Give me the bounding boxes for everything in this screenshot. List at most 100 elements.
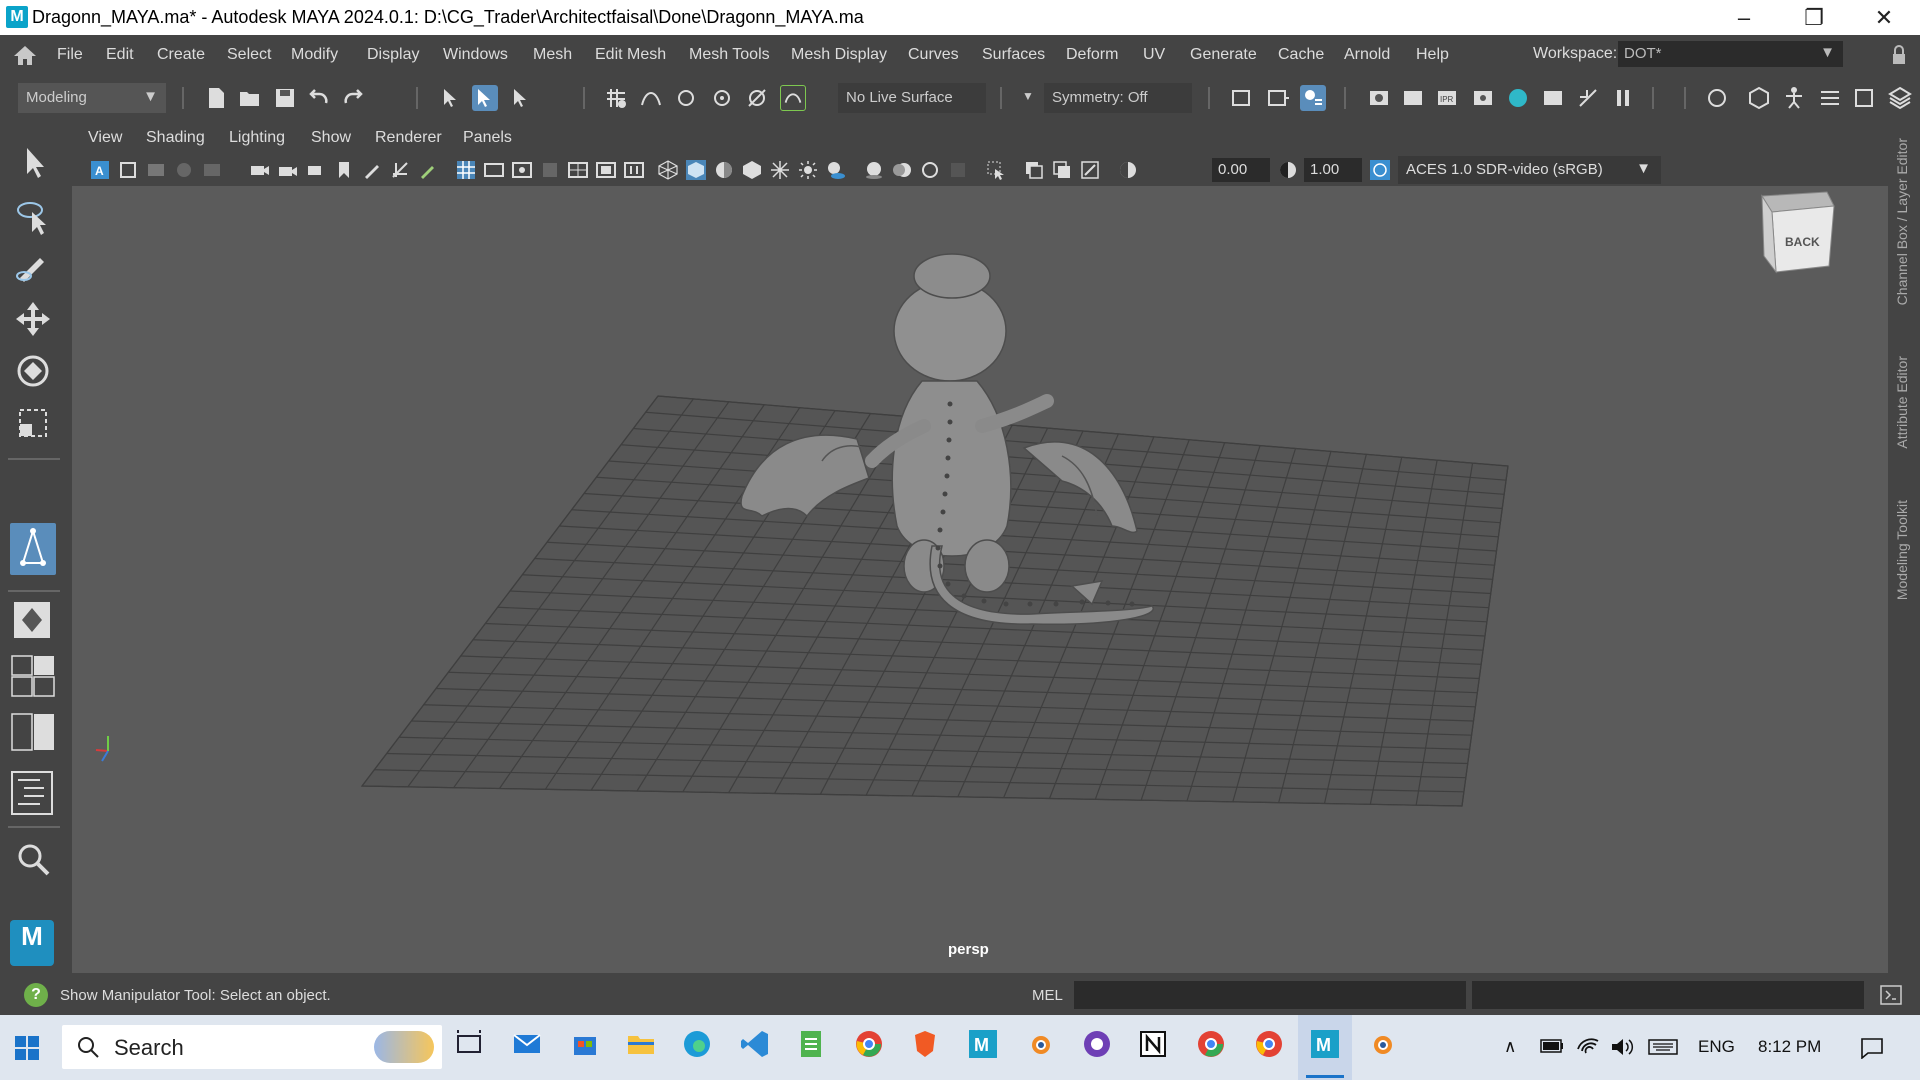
- lasso-tool-icon[interactable]: [10, 194, 56, 240]
- chrome-alt-profile-icon[interactable]: [1254, 1029, 1284, 1059]
- modeling-toolkit-icon[interactable]: [1746, 85, 1772, 111]
- menu-create[interactable]: Create: [157, 46, 205, 64]
- grid-toggle-icon[interactable]: [456, 160, 476, 180]
- tool-settings-icon[interactable]: [1851, 85, 1877, 111]
- notion-icon[interactable]: [1138, 1029, 1168, 1059]
- render-settings-icon[interactable]: [1470, 85, 1496, 111]
- tab-channel-box[interactable]: Channel Box / Layer Editor: [1894, 138, 1910, 305]
- keyboard-icon[interactable]: [1648, 1039, 1678, 1055]
- windows-start-icon[interactable]: [14, 1035, 40, 1061]
- image-plane-icon[interactable]: [174, 160, 194, 180]
- attribute-editor-icon[interactable]: [1817, 85, 1843, 111]
- save-scene-icon[interactable]: [272, 85, 298, 111]
- chrome-icon[interactable]: [854, 1029, 884, 1059]
- render-setup-icon[interactable]: [1540, 85, 1566, 111]
- paint-select-tool-icon[interactable]: [10, 246, 56, 292]
- lock-icon[interactable]: [1890, 44, 1908, 66]
- menu-edit-mesh[interactable]: Edit Mesh: [595, 46, 666, 64]
- safe-title-icon[interactable]: [624, 160, 644, 180]
- panel-menu-show[interactable]: Show: [311, 129, 351, 147]
- file-explorer-icon[interactable]: [626, 1029, 656, 1059]
- gamma-icon[interactable]: [1278, 160, 1298, 180]
- pencil-icon[interactable]: [418, 160, 438, 180]
- panel-menu-view[interactable]: View: [88, 129, 122, 147]
- menu-select[interactable]: Select: [227, 46, 271, 64]
- chrome-profile-icon[interactable]: [1196, 1029, 1226, 1059]
- render-view-icon[interactable]: [1366, 85, 1392, 111]
- maya-active-taskbar-icon[interactable]: M: [1310, 1029, 1340, 1059]
- maya-taskbar-icon[interactable]: M: [968, 1029, 998, 1059]
- live-surface-field[interactable]: No Live Surface: [838, 83, 986, 113]
- shadows-icon[interactable]: [826, 160, 846, 180]
- view-cube[interactable]: BACK: [1761, 191, 1835, 274]
- depth-of-field-icon[interactable]: [948, 160, 968, 180]
- undo-icon[interactable]: [306, 85, 332, 111]
- xgen-icon[interactable]: [1704, 85, 1730, 111]
- backface-culling-icon[interactable]: [1080, 160, 1100, 180]
- menu-curves[interactable]: Curves: [908, 46, 959, 64]
- menu-cache[interactable]: Cache: [1278, 46, 1324, 64]
- xray-active-components-icon[interactable]: [1052, 160, 1072, 180]
- menu-help[interactable]: Help: [1416, 46, 1449, 64]
- 2d-pan-zoom-icon[interactable]: [202, 160, 222, 180]
- bookmark-icon[interactable]: [146, 160, 166, 180]
- camera-attributes-icon[interactable]: [118, 160, 138, 180]
- camera-icon[interactable]: [250, 160, 270, 180]
- snap-live-icon[interactable]: [744, 85, 770, 111]
- task-view-icon[interactable]: [454, 1029, 484, 1059]
- anti-aliasing-icon[interactable]: [920, 160, 940, 180]
- command-input[interactable]: [1074, 981, 1466, 1009]
- select-tool-icon[interactable]: [10, 140, 56, 186]
- chevron-down-icon[interactable]: ▼: [1022, 89, 1034, 103]
- move-tool-icon[interactable]: [10, 296, 56, 342]
- menu-mesh-display[interactable]: Mesh Display: [791, 46, 887, 64]
- blender-icon[interactable]: [1024, 1029, 1054, 1059]
- channel-box-icon[interactable]: [1887, 85, 1913, 111]
- panel-menu-shading[interactable]: Shading: [146, 129, 205, 147]
- vscode-icon[interactable]: [740, 1029, 770, 1059]
- select-component-icon[interactable]: [508, 85, 534, 111]
- chevron-up-icon[interactable]: ∧: [1504, 1037, 1516, 1057]
- light-editor-icon[interactable]: [1575, 85, 1601, 111]
- symmetry-field[interactable]: Symmetry: Off: [1044, 83, 1192, 113]
- hypershade-icon[interactable]: [1505, 85, 1531, 111]
- scale-tool-icon[interactable]: [10, 400, 56, 446]
- single-perspective-layout-icon[interactable]: [12, 600, 52, 640]
- menu-surfaces[interactable]: Surfaces: [982, 46, 1045, 64]
- construction-history-icon[interactable]: [1300, 85, 1326, 111]
- ipr-render-icon[interactable]: IPR: [1434, 85, 1460, 111]
- snap-curve-icon[interactable]: [638, 85, 664, 111]
- exposure-icon[interactable]: [1118, 160, 1138, 180]
- spreadsheet-app-icon[interactable]: [796, 1029, 826, 1059]
- github-desktop-icon[interactable]: [1082, 1029, 1112, 1059]
- menu-file[interactable]: File: [57, 46, 83, 64]
- render-current-icon[interactable]: [1400, 85, 1426, 111]
- panel-menu-renderer[interactable]: Renderer: [375, 129, 442, 147]
- bookmark-flag-icon[interactable]: [334, 160, 354, 180]
- notification-center-icon[interactable]: [1860, 1037, 1884, 1059]
- smooth-shade-icon[interactable]: [686, 160, 706, 180]
- color-management-toggle-icon[interactable]: [1370, 160, 1390, 180]
- menu-display[interactable]: Display: [367, 46, 419, 64]
- menu-edit[interactable]: Edit: [106, 46, 134, 64]
- tab-modeling-toolkit[interactable]: Modeling Toolkit: [1894, 500, 1910, 600]
- snap-vertex-icon[interactable]: [780, 85, 806, 111]
- textured-icon[interactable]: [742, 160, 762, 180]
- wifi-icon[interactable]: [1576, 1035, 1600, 1057]
- minimize-icon[interactable]: –: [1710, 0, 1778, 35]
- menu-uv[interactable]: UV: [1143, 46, 1165, 64]
- film-gate-icon[interactable]: [306, 160, 326, 180]
- redo-icon[interactable]: [340, 85, 366, 111]
- safe-action-icon[interactable]: [596, 160, 616, 180]
- field-chart-icon[interactable]: [568, 160, 588, 180]
- human-ik-icon[interactable]: [1781, 85, 1807, 111]
- lock-camera-icon[interactable]: [278, 160, 298, 180]
- restore-icon[interactable]: ❐: [1780, 0, 1848, 35]
- menu-mesh[interactable]: Mesh: [533, 46, 572, 64]
- close-icon[interactable]: ✕: [1850, 0, 1918, 35]
- output-ops-icon[interactable]: [1264, 85, 1290, 111]
- use-all-lights-icon[interactable]: [798, 160, 818, 180]
- grease-pencil-icon[interactable]: [362, 160, 382, 180]
- select-hierarchy-icon[interactable]: [438, 85, 464, 111]
- brave-browser-icon[interactable]: [910, 1029, 940, 1059]
